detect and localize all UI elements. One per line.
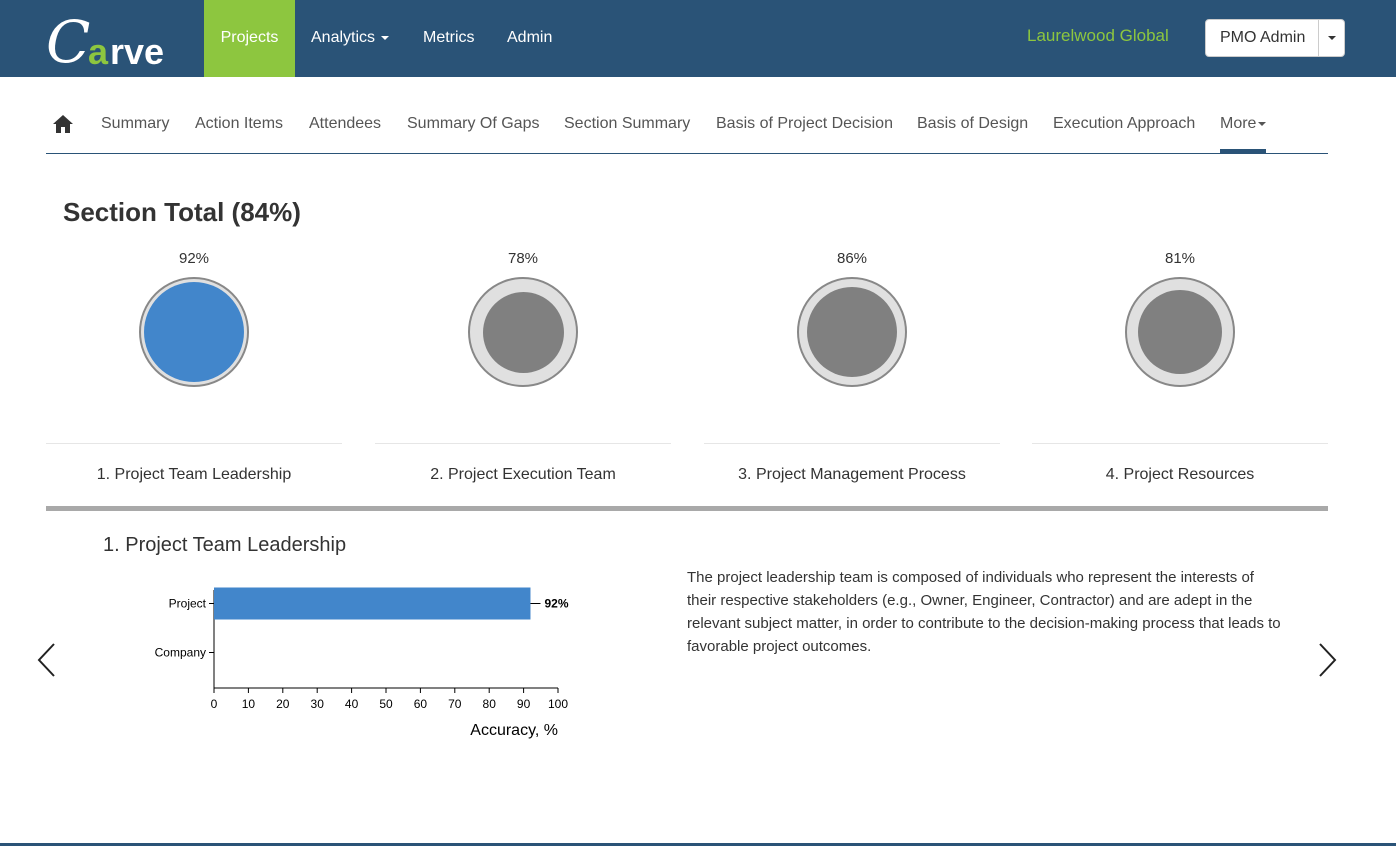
chevron-down-icon	[381, 35, 390, 40]
score-circle[interactable]	[1125, 277, 1235, 387]
tab-basis-of-design[interactable]: Basis of Design	[917, 115, 1028, 133]
nav-projects[interactable]: Projects	[204, 0, 295, 77]
x-tick-label: 30	[311, 697, 325, 711]
section-score-3[interactable]: 86% 3. Project Management Process	[704, 250, 1000, 490]
data-label: 92%	[544, 597, 568, 611]
svg-text:a: a	[88, 31, 109, 70]
nav-metrics[interactable]: Metrics	[423, 0, 475, 77]
section-description: The project leadership team is composed …	[687, 569, 1281, 655]
home-icon[interactable]	[52, 114, 74, 134]
x-tick-label: 70	[448, 697, 462, 711]
y-tick-label: Project	[169, 597, 207, 611]
x-tick-label: 60	[414, 697, 428, 711]
nav-admin[interactable]: Admin	[507, 0, 552, 77]
user-menu-button[interactable]: PMO Admin	[1205, 19, 1345, 57]
button-divider	[1318, 20, 1319, 56]
nav-projects-label: Projects	[220, 29, 279, 46]
nav-metrics-label: Metrics	[423, 29, 475, 46]
x-tick-label: 50	[379, 697, 393, 711]
x-tick-label: 100	[548, 697, 568, 711]
section-label[interactable]: 3. Project Management Process	[704, 466, 1000, 484]
tab-execution-approach[interactable]: Execution Approach	[1053, 115, 1195, 133]
x-tick-label: 0	[211, 697, 218, 711]
tab-summary-of-gaps[interactable]: Summary Of Gaps	[407, 115, 539, 133]
section-total-title: Section Total (84%)	[63, 197, 301, 227]
score-circle-fill	[807, 287, 897, 377]
tab-basis-of-project-decision[interactable]: Basis of Project Decision	[716, 115, 893, 133]
section-score-pct: 81%	[1164, 250, 1196, 267]
section-score-4[interactable]: 81% 4. Project Resources	[1032, 250, 1328, 490]
section-score-pct: 86%	[836, 250, 868, 267]
chevron-down-icon	[1258, 121, 1267, 126]
tab-more-label: More	[1220, 115, 1257, 132]
detail-title: 1. Project Team Leadership	[103, 534, 347, 556]
tab-section-summary[interactable]: Section Summary	[564, 115, 690, 133]
section-score-1[interactable]: 92% 1. Project Team Leadership	[46, 250, 342, 490]
section-score-2[interactable]: 78% 2. Project Execution Team	[375, 250, 671, 490]
nav-admin-label: Admin	[507, 29, 553, 46]
accuracy-bar-chart: 0 10 20 30 40 50 60 70 80 90 100 Accuracy, % Project…	[155, 587, 569, 739]
divider	[1032, 443, 1328, 444]
score-circle[interactable]	[139, 277, 249, 387]
score-circle-fill	[1138, 290, 1222, 374]
organization-name: Laurelwood Global	[1027, 26, 1169, 45]
divider	[375, 443, 671, 444]
bar	[214, 587, 531, 620]
chevron-left-icon[interactable]	[34, 640, 64, 680]
section-score-pct: 78%	[507, 250, 539, 267]
section-score-pct: 92%	[178, 250, 210, 267]
user-menu-label: PMO Admin	[1220, 29, 1306, 46]
nav-analytics[interactable]: Analytics	[311, 0, 390, 77]
y-tick-label: Company	[155, 646, 206, 660]
section-label[interactable]: 1. Project Team Leadership	[46, 466, 342, 484]
tab-summary[interactable]: Summary	[101, 115, 169, 133]
score-circle-fill	[144, 282, 244, 382]
score-circle[interactable]	[468, 277, 578, 387]
x-tick-label: 40	[345, 697, 359, 711]
chevron-right-icon[interactable]	[1314, 640, 1344, 680]
x-tick-label: 20	[276, 697, 290, 711]
x-tick-label: 80	[483, 697, 497, 711]
top-navbar: C a rve Projects Analytics Metrics Admin…	[0, 0, 1396, 77]
svg-text:C: C	[46, 8, 90, 70]
x-axis-label: Accuracy, %	[470, 722, 558, 739]
x-tick-label: 90	[517, 697, 531, 711]
tab-action-items[interactable]: Action Items	[195, 115, 283, 133]
active-tab-indicator	[1220, 149, 1266, 153]
chevron-down-icon[interactable]	[1328, 36, 1336, 40]
svg-text:rve: rve	[110, 31, 164, 70]
nav-analytics-label: Analytics	[311, 29, 376, 46]
section-tabs: Summary Action Items Attendees Summary O…	[46, 95, 1328, 154]
score-circle-fill	[482, 291, 564, 373]
divider	[704, 443, 1000, 444]
tab-attendees[interactable]: Attendees	[309, 115, 381, 133]
section-label[interactable]: 2. Project Execution Team	[375, 466, 671, 484]
x-tick-label: 10	[242, 697, 256, 711]
divider	[46, 443, 342, 444]
tab-more[interactable]: More	[1220, 115, 1267, 133]
section-divider	[46, 506, 1328, 511]
carve-logo[interactable]: C a rve	[44, 6, 194, 70]
section-label[interactable]: 4. Project Resources	[1032, 466, 1328, 484]
score-circle[interactable]	[797, 277, 907, 387]
